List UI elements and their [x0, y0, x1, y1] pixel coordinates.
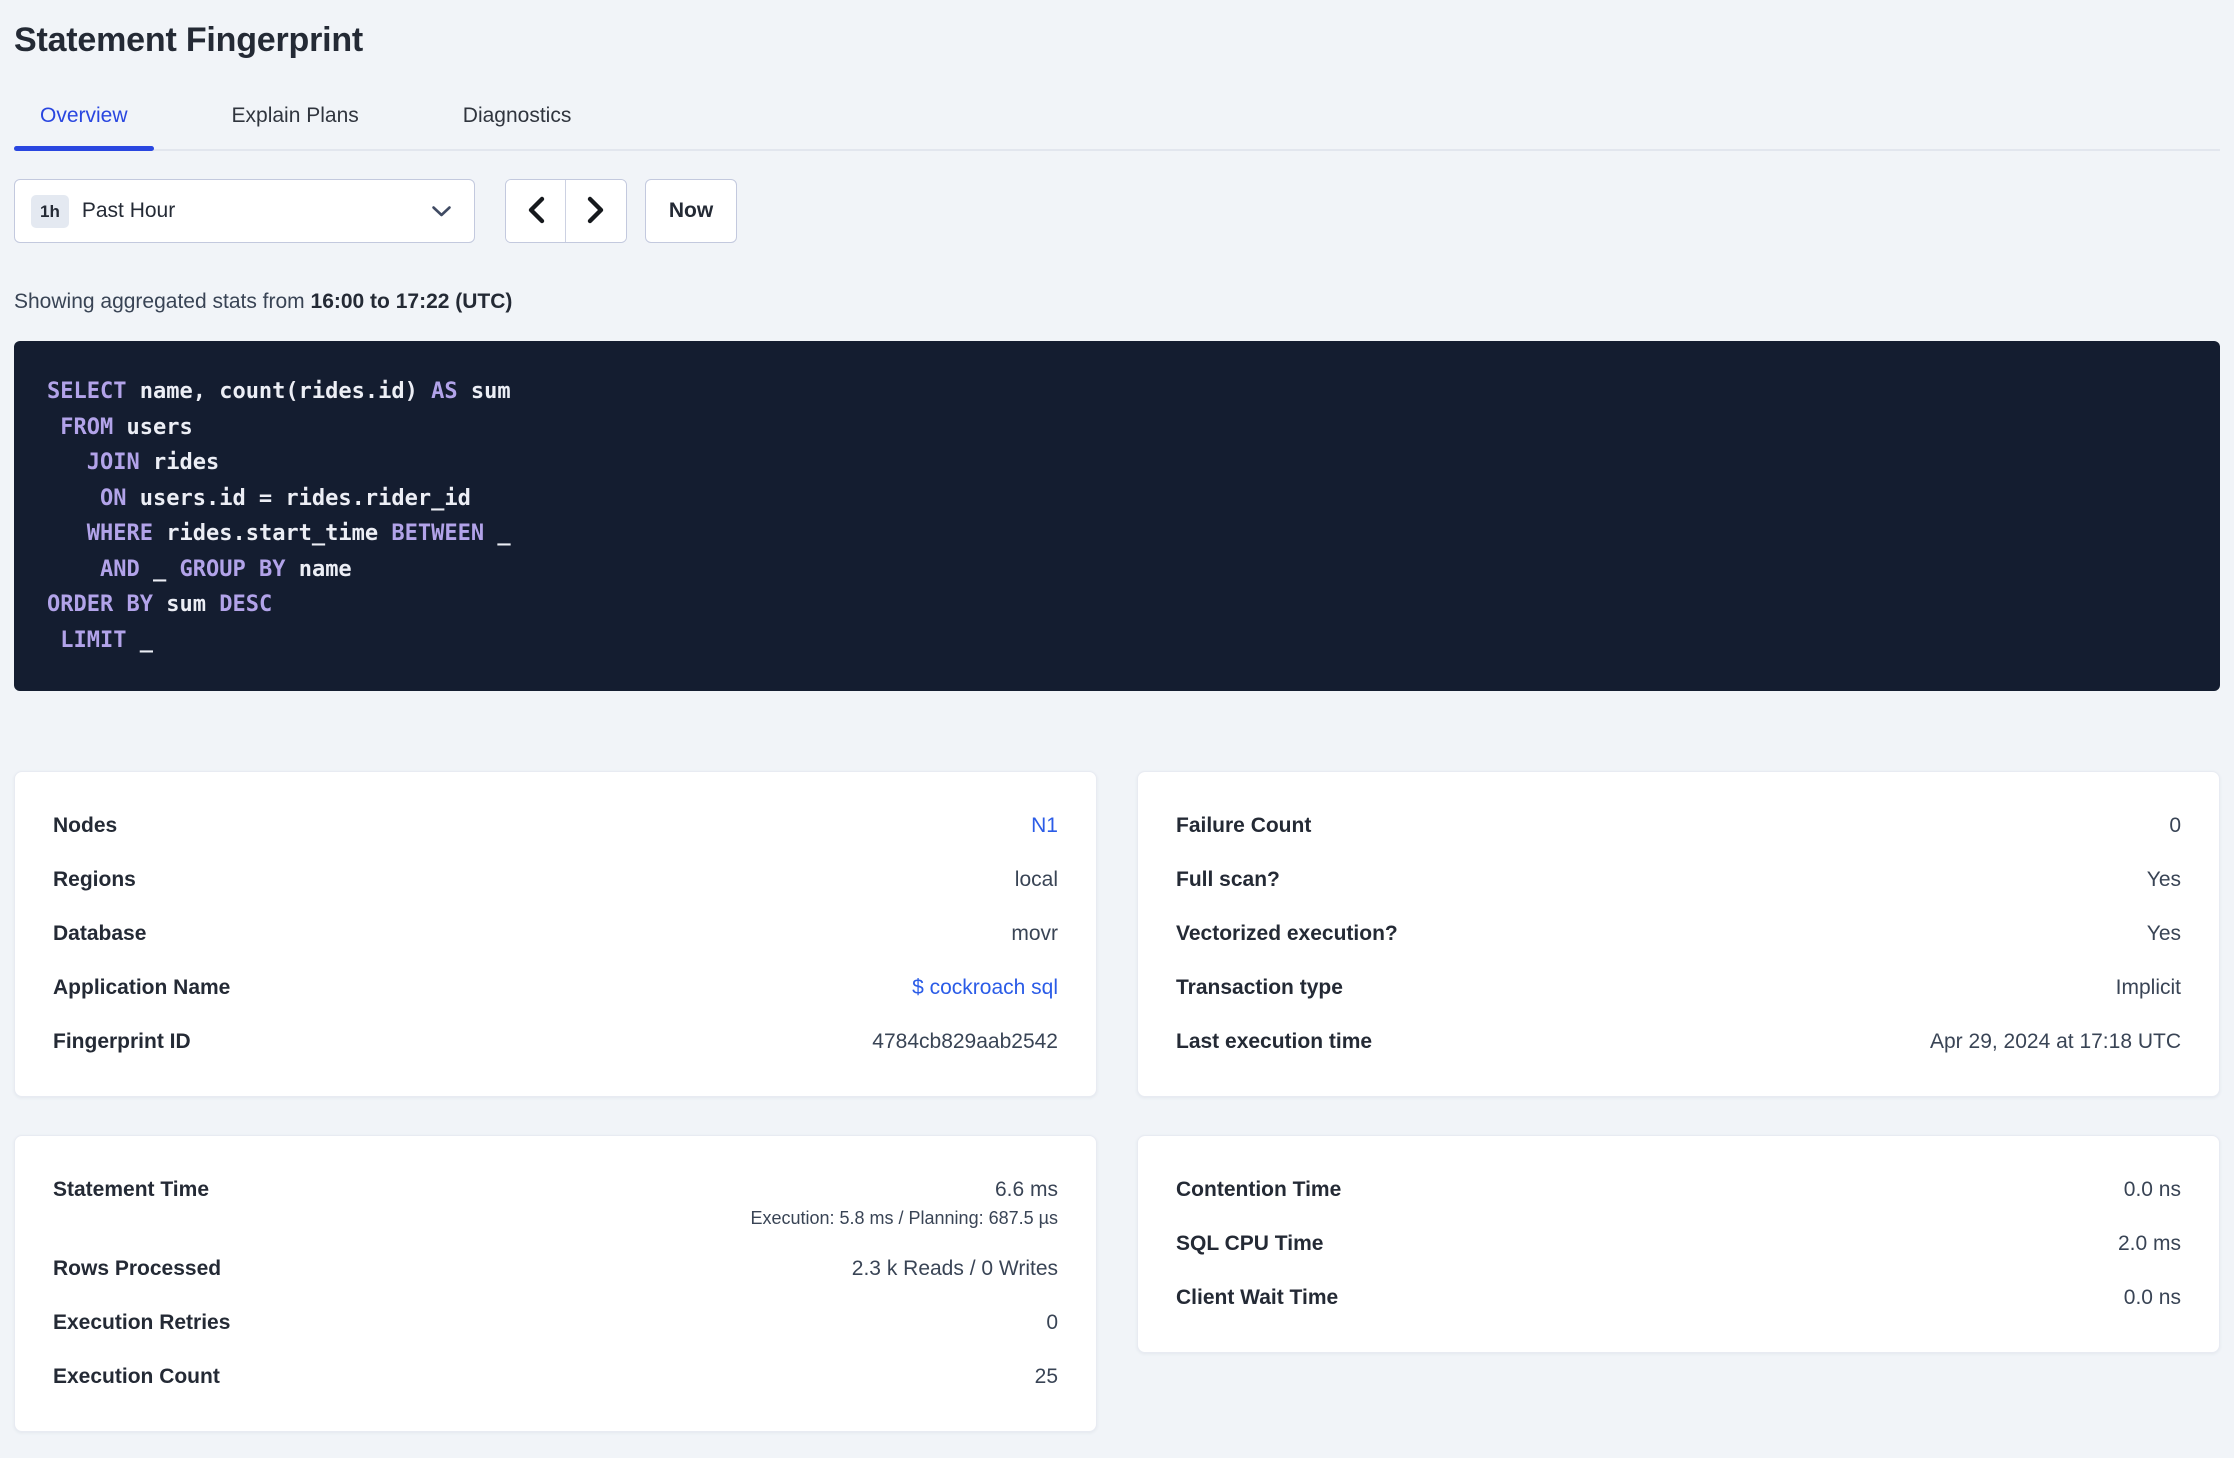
chevron-left-icon [525, 195, 547, 228]
time-toolbar: 1h Past Hour Now [14, 179, 2220, 243]
row-application-name: Application Name $ cockroach sql [53, 974, 1058, 1002]
page-title: Statement Fingerprint [14, 21, 364, 59]
row-nodes: Nodes N1 [53, 812, 1058, 840]
stat-label: Failure Count [1176, 814, 1312, 837]
aggregated-stats-line: Showing aggregated stats from 16:00 to 1… [14, 289, 2220, 315]
row-execution-count: Execution Count 25 [53, 1363, 1058, 1391]
sql-line: AND _ GROUP BY name [99, 556, 352, 582]
time-range-badge: 1h [31, 194, 69, 228]
stat-value: movr [1011, 922, 1058, 945]
time-range-dropdown[interactable]: 1h Past Hour [14, 179, 475, 243]
execution-attributes-card: Failure Count 0 Full scan? Yes Vectorize… [1137, 771, 2220, 1097]
overview-details-card: Nodes N1 Regions local Database movr App… [14, 771, 1097, 1097]
row-full-scan: Full scan? Yes [1176, 866, 2181, 894]
next-time-button[interactable] [566, 180, 626, 242]
stat-label: Fingerprint ID [53, 1030, 191, 1053]
stat-value: 0 [1046, 1311, 1058, 1334]
tab-diagnostics-label: Diagnostics [462, 104, 572, 127]
summary-cards: Nodes N1 Regions local Database movr App… [14, 771, 2220, 1432]
row-fingerprint-id: Fingerprint ID 4784cb829aab2542 [53, 1028, 1058, 1056]
chevron-down-icon [431, 205, 452, 218]
stat-label: Full scan? [1176, 868, 1280, 891]
stat-value: Yes [2146, 922, 2181, 945]
stat-value: 25 [1034, 1365, 1058, 1388]
stat-value: 0.0 ns [2123, 1178, 2181, 1201]
tab-diagnostics[interactable]: Diagnostics [437, 102, 598, 149]
stat-label: Client Wait Time [1176, 1286, 1339, 1309]
stat-value: 2.3 k Reads / 0 Writes [851, 1257, 1058, 1280]
tab-explain-plans-label: Explain Plans [231, 104, 359, 127]
sql-line: LIMIT _ [60, 627, 153, 653]
stat-value: 2.0 ms [2117, 1232, 2181, 1255]
row-statement-time: Statement Time 6.6 ms Execution: 5.8 ms … [53, 1176, 1058, 1229]
aggregated-stats-range: 16:00 to 17:22 (UTC) [310, 290, 513, 313]
stat-value: Apr 29, 2024 at 17:18 UTC [1930, 1030, 2181, 1053]
row-regions: Regions local [53, 866, 1058, 894]
statement-time-breakdown: Execution: 5.8 ms / Planning: 687.5 µs [750, 1208, 1058, 1228]
row-sql-cpu-time: SQL CPU Time 2.0 ms [1176, 1230, 2181, 1258]
stat-label: Vectorized execution? [1176, 922, 1398, 945]
tab-explain-plans[interactable]: Explain Plans [206, 102, 385, 149]
tab-overview[interactable]: Overview [14, 102, 154, 151]
row-last-execution-time: Last execution time Apr 29, 2024 at 17:1… [1176, 1028, 2181, 1056]
row-vectorized-execution: Vectorized execution? Yes [1176, 920, 2181, 948]
stat-label: Contention Time [1176, 1178, 1342, 1201]
sql-statement-box: SELECT name, count(rides.id) AS sum FROM… [14, 341, 2220, 691]
row-contention-time: Contention Time 0.0 ns [1176, 1176, 2181, 1204]
stat-value: 4784cb829aab2542 [872, 1030, 1058, 1053]
chevron-right-icon [585, 195, 607, 228]
now-button[interactable]: Now [645, 179, 737, 243]
time-range-label: Past Hour [81, 199, 176, 222]
stat-value: Yes [2146, 868, 2181, 891]
stat-label: Regions [53, 868, 136, 891]
row-database: Database movr [53, 920, 1058, 948]
stat-value: 0.0 ns [2123, 1286, 2181, 1309]
time-step-buttons [505, 179, 627, 243]
prev-time-button[interactable] [506, 180, 566, 242]
stat-value: Implicit [2115, 976, 2181, 999]
stat-label: Statement Time [53, 1178, 209, 1201]
stat-value: 6.6 ms [994, 1178, 1058, 1201]
stat-label: Execution Retries [53, 1311, 231, 1334]
sql-line: SELECT name, count(rides.id) AS sum [47, 379, 511, 404]
stat-label: Execution Count [53, 1365, 220, 1388]
sql-line: ORDER BY sum DESC [47, 592, 273, 617]
tab-bar: Overview Explain Plans Diagnostics [14, 102, 2220, 151]
statement-time-values: 6.6 ms Execution: 5.8 ms / Planning: 687… [750, 1176, 1058, 1229]
tab-overview-label: Overview [40, 104, 128, 127]
stat-label: Transaction type [1176, 976, 1343, 999]
stat-value: local [1014, 868, 1058, 891]
sql-line: WHERE rides.start_time BETWEEN _ [86, 521, 511, 546]
stat-label: Nodes [53, 814, 118, 837]
time-breakdown-card: Contention Time 0.0 ns SQL CPU Time 2.0 … [1137, 1135, 2220, 1353]
sql-line: FROM users [60, 414, 193, 440]
statement-performance-card: Statement Time 6.6 ms Execution: 5.8 ms … [14, 1135, 1097, 1432]
stat-label: Database [53, 922, 147, 945]
row-execution-retries: Execution Retries 0 [53, 1309, 1058, 1337]
application-name-link[interactable]: $ cockroach sql [912, 974, 1058, 1002]
stat-label: SQL CPU Time [1176, 1232, 1324, 1255]
row-failure-count: Failure Count 0 [1176, 812, 2181, 840]
statement-fingerprint-page: Statement Fingerprint Overview Explain P… [0, 0, 2234, 1432]
stat-label: Last execution time [1176, 1030, 1373, 1053]
aggregated-stats-prefix: Showing aggregated stats from [14, 290, 311, 313]
nodes-link[interactable]: N1 [1031, 812, 1058, 840]
row-rows-processed: Rows Processed 2.3 k Reads / 0 Writes [53, 1255, 1058, 1283]
stat-label: Rows Processed [53, 1257, 222, 1280]
sql-line: ON users.id = rides.rider_id [99, 485, 471, 511]
row-transaction-type: Transaction type Implicit [1176, 974, 2181, 1002]
stat-value: 0 [2169, 814, 2181, 837]
sql-line: JOIN rides [86, 450, 220, 475]
stat-label: Application Name [53, 976, 231, 999]
row-client-wait-time: Client Wait Time 0.0 ns [1176, 1284, 2181, 1312]
